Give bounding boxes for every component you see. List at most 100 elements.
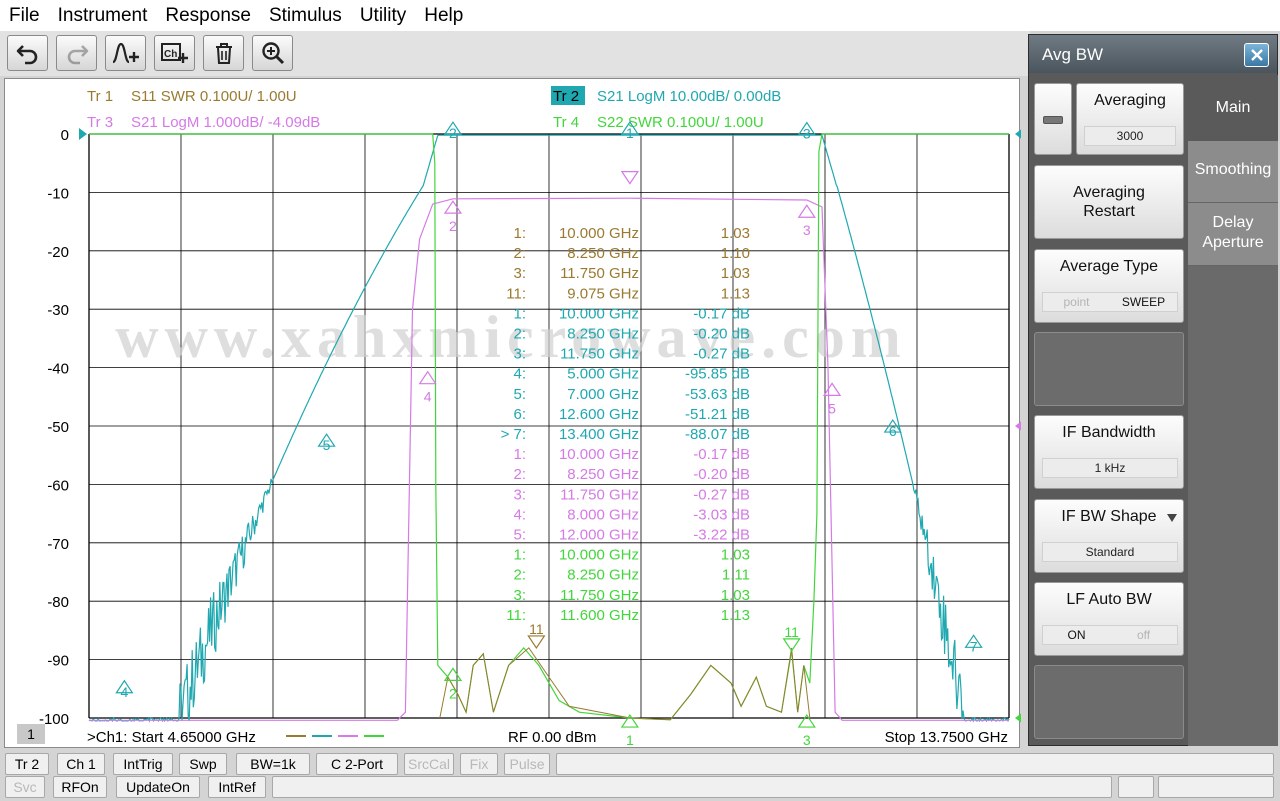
trace-description: S11 SWR 0.100U/ 1.00U	[131, 88, 297, 105]
status-bandwidth[interactable]: BW=1k	[236, 753, 310, 775]
status-pulse[interactable]: Pulse	[504, 753, 550, 775]
marker-table-index: 2:	[513, 245, 526, 262]
marker-table-index: 4:	[513, 506, 526, 523]
status-srccal[interactable]: SrcCal	[404, 753, 454, 775]
lf-auto-bw-option-on: ON	[1067, 628, 1086, 642]
status-channel[interactable]: Ch 1	[57, 753, 105, 775]
marker-table-index: 1:	[513, 225, 526, 242]
trace-id: Tr 2	[553, 88, 579, 105]
marker-label: 11	[529, 621, 544, 637]
if-bandwidth-button[interactable]: IF Bandwidth 1 kHz	[1034, 415, 1184, 489]
average-type-option-point: point	[1063, 295, 1090, 309]
status-update-on[interactable]: UpdateOn	[116, 776, 200, 798]
zoom-icon	[261, 42, 284, 65]
status-rf-on[interactable]: RFOn	[53, 776, 107, 798]
marker-table-value: -53.63 dB	[685, 386, 750, 403]
menu-help[interactable]: Help	[415, 0, 472, 31]
menu-response[interactable]: Response	[156, 0, 260, 31]
trace-plot[interactable]: www.xahxmicrowave.com 0 -10 -20 -30 -40 -50 -6…	[5, 79, 1021, 749]
marker-table-frequency: 13.400 GHz	[559, 426, 639, 443]
tab-smoothing[interactable]: Smoothing	[1188, 141, 1278, 203]
menu-file[interactable]: File	[0, 0, 49, 31]
marker-table-value: -51.21 dB	[685, 406, 750, 423]
tab-main-label: Main	[1215, 99, 1251, 116]
menu-utility[interactable]: Utility	[351, 0, 415, 31]
marker-table-frequency: 8.250 GHz	[567, 567, 639, 584]
marker-table-frequency: 12.600 GHz	[559, 406, 639, 423]
if-bw-shape-button[interactable]: IF BW Shape Standard	[1034, 499, 1184, 573]
add-marker-button[interactable]	[105, 35, 146, 71]
averaging-toggle[interactable]	[1034, 83, 1072, 155]
marker-label: 7	[970, 638, 978, 654]
marker-table-value: -0.20 dB	[693, 466, 750, 483]
trace-description: S21 LogM 10.00dB/ 0.00dB	[597, 88, 781, 105]
marker-table-frequency: 11.750 GHz	[560, 486, 639, 503]
marker-label: 5	[828, 400, 836, 416]
status-fix[interactable]: Fix	[460, 753, 498, 775]
trace-header: Tr 1 S11 SWR 0.100U/ 1.00U Tr 2 S21 LogM 10…	[87, 86, 781, 131]
marker-table-frequency: 8.000 GHz	[567, 506, 639, 523]
average-type-button[interactable]: Average Type point SWEEP	[1034, 249, 1184, 323]
marker-table-frequency: 11.750 GHz	[560, 346, 639, 363]
y-tick-label: -60	[47, 477, 69, 494]
marker-table-value: -3.22 dB	[693, 527, 750, 544]
marker-label: 1	[626, 732, 634, 748]
average-type-label: Average Type	[1059, 258, 1159, 275]
close-button[interactable]	[1244, 43, 1269, 67]
close-icon	[1250, 49, 1263, 61]
marker-table-index: 5:	[513, 386, 526, 403]
reference-arrow-left	[79, 128, 87, 140]
status-svc[interactable]: Svc	[5, 776, 45, 798]
dropdown-arrow-icon	[1167, 514, 1177, 522]
status-trace[interactable]: Tr 2	[5, 753, 49, 775]
marker-triangle	[797, 204, 816, 218]
marker-table-frequency: 8.250 GHz	[567, 326, 639, 343]
menu-stimulus[interactable]: Stimulus	[260, 0, 351, 31]
lf-auto-bw-button[interactable]: LF Auto BW ON off	[1034, 582, 1184, 656]
averaging-restart-button[interactable]: Averaging Restart	[1034, 165, 1184, 239]
marker-label: 4	[120, 684, 128, 700]
y-tick-label: -70	[47, 536, 69, 553]
start-frequency: >Ch1: Start 4.65000 GHz	[87, 729, 256, 746]
add-marker-icon	[111, 42, 139, 64]
y-tick-label: -50	[47, 419, 69, 436]
marker-table-index: 3:	[513, 265, 526, 282]
marker-label: 2	[449, 218, 457, 234]
status-sweep[interactable]: Swp	[179, 753, 227, 775]
trash-icon	[215, 43, 232, 64]
marker-table-value: 1.03	[721, 225, 750, 242]
marker-label: 1	[626, 125, 634, 141]
tab-main[interactable]: Main	[1188, 75, 1278, 141]
chart-window[interactable]: www.xahxmicrowave.com 0 -10 -20 -30 -40 -50 -6…	[4, 78, 1021, 749]
status-int-ref[interactable]: IntRef	[208, 776, 266, 798]
add-channel-button[interactable]: Ch	[154, 35, 195, 71]
trace-s11-swr	[439, 647, 811, 721]
svg-text:Ch: Ch	[164, 49, 177, 60]
marker-table-frequency: 10.000 GHz	[559, 305, 639, 322]
marker-triangle	[620, 171, 640, 185]
marker-table-index: 2:	[513, 567, 526, 584]
redo-button[interactable]	[56, 35, 97, 71]
tab-delay-aperture[interactable]: Delay Aperture	[1188, 203, 1278, 266]
averaging-button[interactable]: Averaging 3000	[1076, 83, 1184, 155]
zoom-button[interactable]	[252, 35, 293, 71]
marker-table-value: 1.03	[721, 265, 750, 282]
softkey-panel: Avg BW Averaging 3000 Averaging Restart …	[1028, 34, 1278, 746]
toolbar: Ch	[0, 31, 1030, 76]
status-empty-field	[1118, 776, 1154, 798]
if-bandwidth-label: IF Bandwidth	[1062, 424, 1156, 441]
reference-arrow-right	[1015, 713, 1021, 723]
tab-smoothing-label: Smoothing	[1194, 161, 1272, 178]
y-tick-label: -10	[47, 185, 69, 202]
marker-table-frequency: 10.000 GHz	[559, 446, 639, 463]
delete-button[interactable]	[203, 35, 244, 71]
undo-button[interactable]	[7, 35, 48, 71]
status-calibration[interactable]: C 2-Port	[316, 753, 398, 775]
marker-label: 3	[803, 126, 811, 142]
status-trigger[interactable]: IntTrig	[113, 753, 173, 775]
marker-table-frequency: 12.000 GHz	[559, 527, 639, 544]
y-tick-label: -40	[47, 361, 69, 378]
empty-softkey	[1034, 332, 1184, 406]
status-bar: Tr 2 Ch 1 IntTrig Swp BW=1k C 2-Port Src…	[0, 750, 1280, 801]
menu-instrument[interactable]: Instrument	[49, 0, 157, 31]
